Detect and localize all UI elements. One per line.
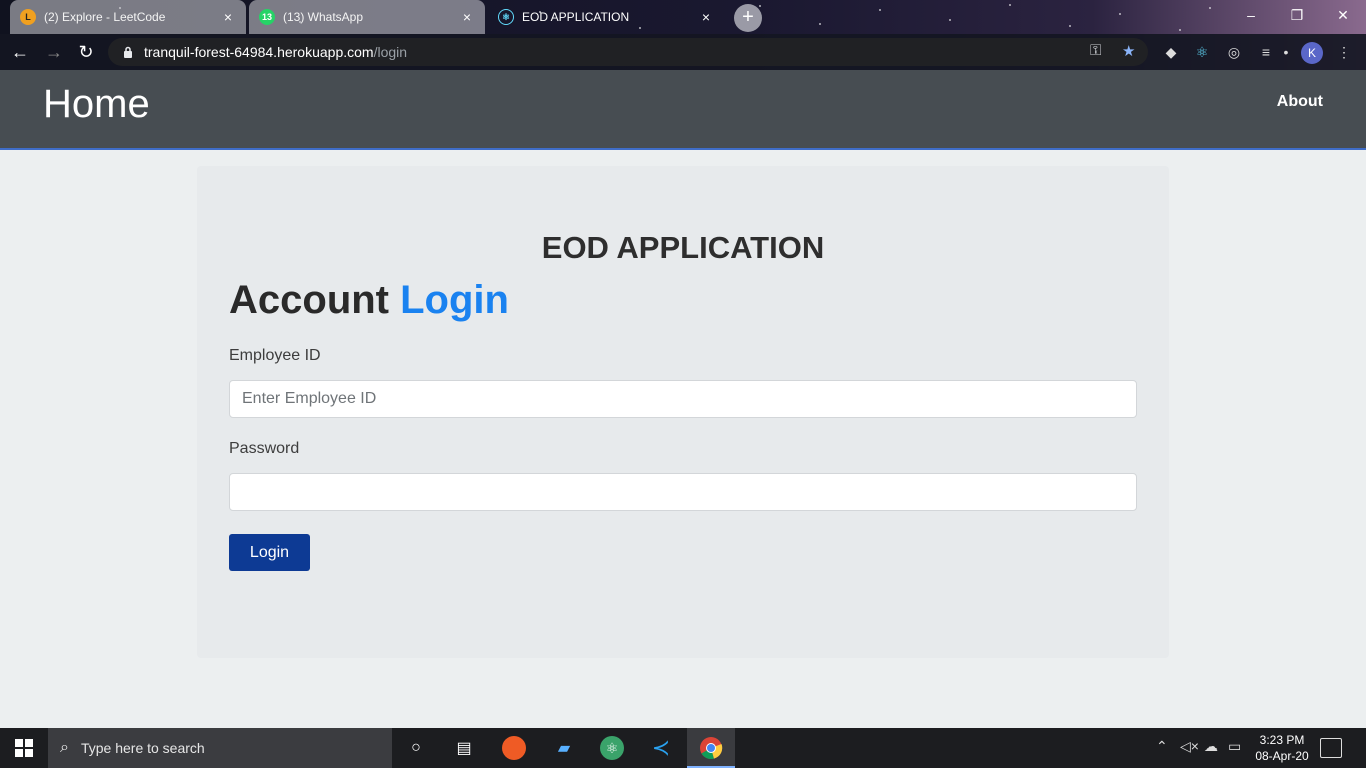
task-view-icon[interactable]: ▤ <box>450 734 478 762</box>
vscode-icon[interactable]: ≺ <box>647 734 675 762</box>
react-devtools-icon[interactable]: ⚛ <box>1192 42 1212 62</box>
tab-whatsapp[interactable]: 13 (13) WhatsApp × <box>249 0 485 34</box>
taskbar-search[interactable]: ⌕ Type here to search <box>48 728 392 768</box>
chrome-taskbar-button[interactable] <box>687 728 735 768</box>
heading-accent: Login <box>400 278 509 322</box>
clock[interactable]: 3:23 PM 08-Apr-20 <box>1250 732 1314 764</box>
clock-date: 08-Apr-20 <box>1255 749 1309 763</box>
login-button[interactable]: Login <box>229 534 310 571</box>
notification-center-icon[interactable] <box>1320 738 1342 758</box>
network-icon[interactable]: ☁ <box>1204 738 1218 755</box>
tab-close-icon[interactable]: × <box>698 9 714 25</box>
employee-id-input[interactable] <box>229 380 1137 418</box>
minimize-button[interactable]: – <box>1228 0 1274 30</box>
extension-icon[interactable]: ◆ <box>1161 42 1181 62</box>
menu-icon[interactable]: ⋮ <box>1334 42 1354 62</box>
url-path: /login <box>373 44 408 60</box>
postman-icon[interactable] <box>500 734 528 762</box>
login-card: EOD APPLICATION Account Login Employee I… <box>197 166 1169 658</box>
url-bar[interactable]: tranquil-forest-64984.herokuapp.com /log… <box>108 38 1148 66</box>
navbar-brand[interactable]: Home <box>43 82 150 127</box>
extension-icon[interactable]: ≡ <box>1256 42 1276 62</box>
employee-id-label: Employee ID <box>229 347 321 364</box>
maximize-button[interactable]: ❐ <box>1274 0 1320 30</box>
cortana-icon[interactable]: ○ <box>402 734 430 762</box>
chevron-up-icon[interactable]: ⌃ <box>1156 738 1168 755</box>
extension-icon[interactable]: ◎ <box>1224 42 1244 62</box>
nav-link-about[interactable]: About <box>1277 93 1323 111</box>
login-heading: Account Login <box>229 278 509 323</box>
key-icon[interactable]: ⚿ <box>1090 42 1101 59</box>
leetcode-favicon-icon: L <box>20 9 36 25</box>
tab-close-icon[interactable]: × <box>459 9 475 25</box>
taskbar: ⌕ Type here to search ○ ▤ ▰ ⚛ ≺ ⌃ ◁× ☁ ▭… <box>0 728 1366 768</box>
profile-avatar[interactable]: K <box>1301 42 1323 64</box>
search-icon: ⌕ <box>60 739 69 756</box>
whatsapp-favicon-icon: 13 <box>259 9 275 25</box>
app-title: EOD APPLICATION <box>541 230 825 265</box>
react-favicon-icon: ⚛ <box>498 9 514 25</box>
back-icon[interactable]: ← <box>8 41 32 63</box>
lock-icon <box>124 46 132 58</box>
url-host: tranquil-forest-64984.herokuapp.com <box>144 44 374 60</box>
atom-icon[interactable]: ⚛ <box>598 734 626 762</box>
tab-eod-application[interactable]: ⚛ EOD APPLICATION × <box>488 0 724 34</box>
clock-time: 3:23 PM <box>1259 733 1305 747</box>
reload-icon[interactable]: ↻ <box>74 41 98 63</box>
forward-icon[interactable]: → <box>42 41 66 63</box>
battery-icon[interactable]: ▭ <box>1228 738 1241 755</box>
star-icon[interactable]: ★ <box>1122 42 1135 60</box>
password-label: Password <box>229 440 300 457</box>
tab-close-icon[interactable]: × <box>220 9 236 25</box>
browser-titlebar: L (2) Explore - LeetCode × 13 (13) Whats… <box>0 0 1366 70</box>
tab-leetcode[interactable]: L (2) Explore - LeetCode × <box>10 0 246 34</box>
volume-muted-icon[interactable]: ◁× <box>1180 738 1199 755</box>
site-navbar: Home About <box>0 70 1366 150</box>
tab-title: EOD APPLICATION <box>522 10 630 24</box>
remote-desktop-icon[interactable]: ▰ <box>550 734 578 762</box>
tab-title: (13) WhatsApp <box>283 10 364 24</box>
windows-start-icon[interactable] <box>0 728 48 768</box>
tab-title: (2) Explore - LeetCode <box>44 10 166 24</box>
address-bar-row: ← → ↻ tranquil-forest-64984.herokuapp.co… <box>0 34 1366 70</box>
password-input[interactable] <box>229 473 1137 511</box>
taskbar-search-placeholder: Type here to search <box>80 740 205 756</box>
chrome-icon <box>700 737 723 760</box>
close-window-button[interactable]: ✕ <box>1320 0 1366 30</box>
new-tab-button[interactable]: + <box>734 4 762 32</box>
heading-prefix: Account <box>229 278 389 322</box>
extension-icon[interactable]: • <box>1276 42 1296 62</box>
